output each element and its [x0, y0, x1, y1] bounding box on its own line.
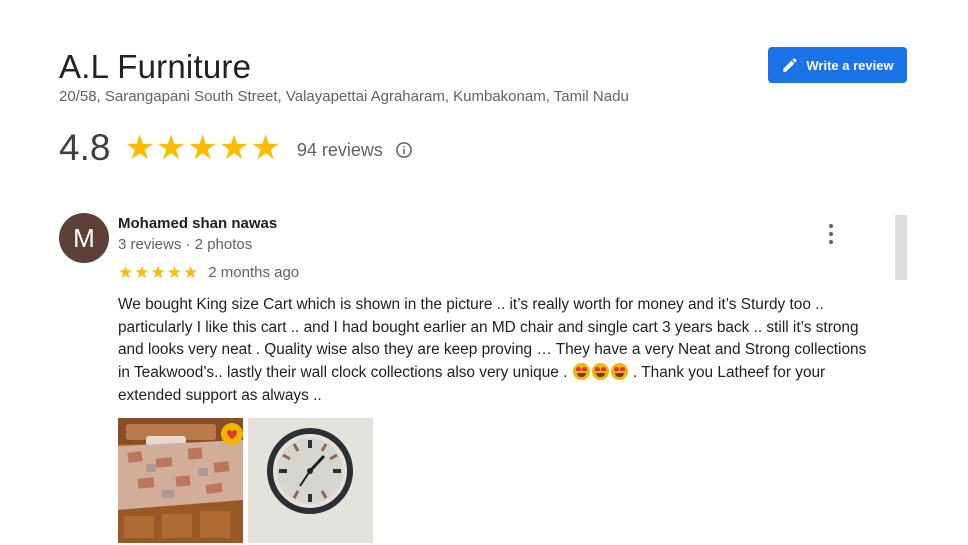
bed-image: [118, 418, 243, 543]
star-icon: ★: [118, 263, 134, 282]
pencil-icon: [783, 58, 798, 72]
business-address: 20/58, Sarangapani South Street, Valayap…: [59, 88, 629, 105]
review-stars: ★ ★ ★ ★ ★: [118, 264, 198, 281]
review-author[interactable]: Mohamed shan nawas: [118, 215, 277, 232]
rating-stars: ★ ★ ★ ★ ★: [124, 131, 280, 165]
wall-clock-image: [248, 418, 373, 543]
review-author-meta: 3 reviews · 2 photos: [118, 236, 253, 253]
review-photo-clock[interactable]: [248, 418, 373, 543]
star-icon: ★: [218, 129, 250, 167]
review-photo-bed[interactable]: [118, 418, 243, 543]
star-icon: ★: [250, 129, 281, 167]
average-rating: 4.8: [59, 127, 111, 168]
avatar[interactable]: M: [59, 213, 109, 263]
star-icon: ★: [150, 263, 166, 282]
review-text: We bought King size Cart which is shown …: [118, 294, 878, 408]
star-icon: ★: [155, 129, 187, 167]
star-icon: ★: [183, 263, 199, 282]
write-review-label: Write a review: [806, 57, 894, 73]
star-icon: ★: [134, 263, 150, 282]
more-options-icon[interactable]: [826, 224, 836, 244]
review-rating-row: ★ ★ ★ ★ ★ 2 months ago: [118, 264, 299, 281]
rating-summary: 4.8 ★ ★ ★ ★ ★ 94 reviews: [59, 126, 413, 170]
star-icon: ★: [187, 129, 218, 167]
review-date: 2 months ago: [208, 264, 300, 281]
heart-eyes-emoji-icon: [591, 363, 609, 381]
write-review-button[interactable]: Write a review: [768, 47, 907, 83]
review-count[interactable]: 94 reviews: [297, 140, 383, 161]
scrollbar-thumb[interactable]: [895, 215, 907, 280]
star-icon: ★: [166, 263, 182, 282]
heart-eyes-emoji-icon: [572, 363, 590, 381]
star-icon: ★: [124, 129, 155, 167]
heart-eyes-emoji-icon: [610, 363, 628, 381]
info-icon[interactable]: [395, 141, 413, 159]
business-name: A.L Furniture: [59, 48, 252, 85]
